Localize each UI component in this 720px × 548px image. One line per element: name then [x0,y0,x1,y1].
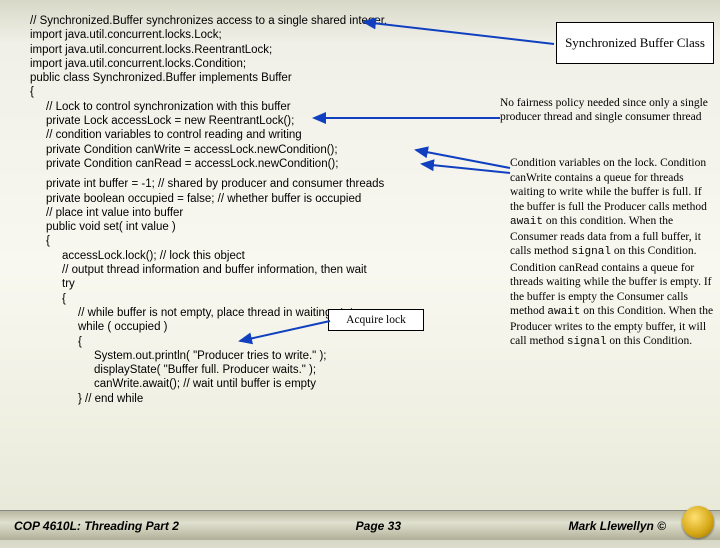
t: await [547,306,580,318]
code-line: accessLock.lock(); // lock this object [30,249,480,263]
callout-acquire-lock: Acquire lock [328,309,424,331]
code-line: private boolean occupied = false; // whe… [30,192,480,206]
code-line: private Lock accessLock = new ReentrantL… [30,114,480,128]
t: await [510,216,543,228]
code-line: { [30,85,480,99]
code-line: import java.util.concurrent.locks.Condit… [30,57,480,71]
code-line: // condition variables to control readin… [30,128,480,142]
t: signal [571,246,611,258]
t: on this Condition. [606,335,692,347]
slide-footer: COP 4610L: Threading Part 2 Page 33 Mark… [0,510,720,540]
code-line: // place int value into buffer [30,206,480,220]
code-line: // Lock to control synchronization with … [30,100,480,114]
code-line: import java.util.concurrent.locks.Reentr… [30,43,480,57]
footer-course: COP 4610L: Threading Part 2 [14,519,282,533]
t: Condition variables on the lock. Conditi… [510,157,707,213]
code-line: { [30,234,480,248]
callout-fairness-text: No fairness policy needed since only a s… [500,97,708,123]
code-line: // output thread information and buffer … [30,263,480,277]
code-line: import java.util.concurrent.locks.Lock; [30,28,480,42]
code-line: } // end while [30,392,480,406]
callout-fairness: No fairness policy needed since only a s… [500,96,710,124]
callout-acquire-text: Acquire lock [346,314,406,326]
slide-frame: Synchronized Buffer Class // Synchronize… [16,8,720,504]
code-line: displayState( "Buffer full. Producer wai… [30,363,480,377]
code-line: private Condition canWrite = accessLock.… [30,143,480,157]
code-line: System.out.println( "Producer tries to w… [30,349,480,363]
title-callout: Synchronized Buffer Class [556,22,714,64]
code-line: private Condition canRead = accessLock.n… [30,157,480,171]
t: on this Condition. [611,245,697,257]
code-line: public class Synchronized.Buffer impleme… [30,71,480,85]
callout-condition: Condition variables on the lock. Conditi… [510,156,716,350]
ucf-crest-icon [682,506,714,538]
t: signal [567,336,607,348]
title-callout-text: Synchronized Buffer Class [565,35,705,51]
footer-page: Page 33 [282,519,474,533]
code-line: private int buffer = -1; // shared by pr… [30,177,480,191]
footer-author: Mark Llewellyn © [474,519,706,533]
code-listing: // Synchronized.Buffer synchronizes acce… [30,14,480,406]
code-line: { [30,335,480,349]
code-line: public void set( int value ) [30,220,480,234]
code-line: canWrite.await(); // wait until buffer i… [30,377,480,391]
code-line: { [30,292,480,306]
code-line: // Synchronized.Buffer synchronizes acce… [30,14,480,28]
code-line: try [30,277,480,291]
